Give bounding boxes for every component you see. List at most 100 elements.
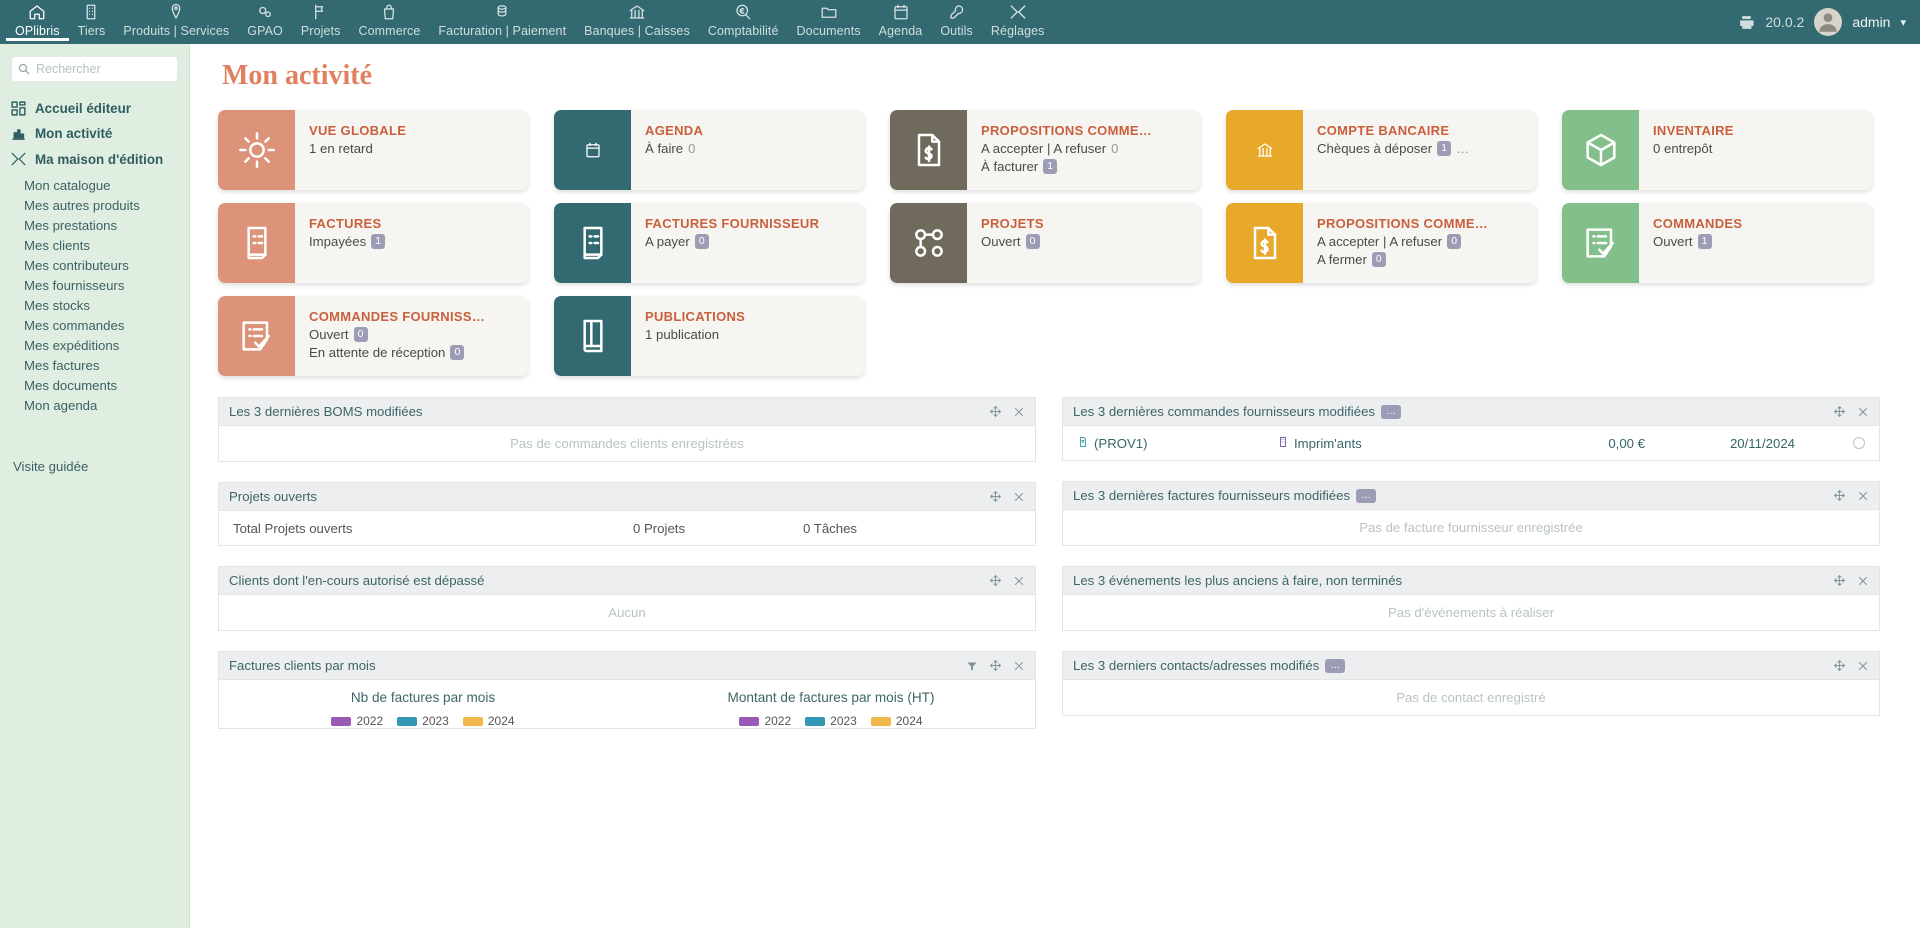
activity-tile-factures-fournisseur[interactable]: FACTURES FOURNISSEUR A payer 0 xyxy=(554,203,864,283)
close-icon[interactable] xyxy=(1013,575,1025,587)
sidebar-item-mon-activit[interactable]: Mon activité xyxy=(0,121,189,146)
sidebar-subitem-mes-contributeurs[interactable]: Mes contributeurs xyxy=(0,255,189,275)
move-icon[interactable] xyxy=(989,574,1002,587)
move-icon[interactable] xyxy=(989,659,1002,672)
move-icon[interactable] xyxy=(1833,405,1846,418)
widget-tag[interactable]: … xyxy=(1356,488,1377,503)
widget-title: Clients dont l'en-cours autorisé est dép… xyxy=(229,573,485,588)
sidebar-subitem-mes-prestations[interactable]: Mes prestations xyxy=(0,215,189,235)
table-row: Total Projets ouverts 0 Projets 0 Tâches xyxy=(219,512,1035,545)
activity-tile-commandes-fourniss[interactable]: COMMANDES FOURNISS… Ouvert 0 En attente de … xyxy=(218,296,528,376)
sidebar-subitem-mon-agenda[interactable]: Mon agenda xyxy=(0,395,189,415)
activity-tiles: VUE GLOBALE 1 en retard AGENDA À faire 0 PROP… xyxy=(190,92,1920,376)
sidebar-subitem-mes-exp-ditions[interactable]: Mes expéditions xyxy=(0,335,189,355)
tile-line: À faire 0 xyxy=(645,141,864,156)
topnav-item-banques-caisses[interactable]: Banques | Caisses xyxy=(575,0,699,38)
sidebar-subitem-mon-catalogue[interactable]: Mon catalogue xyxy=(0,175,189,195)
topnav-item-outils[interactable]: Outils xyxy=(931,0,982,38)
table-row[interactable]: (PROV1) Imprim'ants 0,00 € 20/11/2024 xyxy=(1063,428,1879,459)
move-icon[interactable] xyxy=(1833,659,1846,672)
sidebar-subitem-mes-stocks[interactable]: Mes stocks xyxy=(0,295,189,315)
close-icon[interactable] xyxy=(1013,491,1025,503)
move-icon[interactable] xyxy=(1833,489,1846,502)
widget-title: Les 3 dernières BOMS modifiées xyxy=(229,404,423,419)
filter-icon[interactable] xyxy=(966,660,978,672)
tile-title: COMMANDES FOURNISS… xyxy=(309,309,486,324)
sidebar-item-guided-tour[interactable]: Visite guidée xyxy=(0,459,189,474)
topnav-item-projets[interactable]: Projets xyxy=(292,0,350,38)
activity-tile-agenda[interactable]: AGENDA À faire 0 xyxy=(554,110,864,190)
close-icon[interactable] xyxy=(1013,406,1025,418)
tile-more-dots[interactable]: … xyxy=(1456,141,1470,156)
activity-tile-vue-globale[interactable]: VUE GLOBALE 1 en retard xyxy=(218,110,528,190)
tile-line-text: 1 en retard xyxy=(309,141,373,156)
widget-body: Pas de commandes clients enregistrées xyxy=(218,426,1036,462)
row-supplier[interactable]: Imprim'ants xyxy=(1277,436,1525,451)
printer-icon[interactable] xyxy=(1738,14,1755,31)
sidebar-subitem-mes-fournisseurs[interactable]: Mes fournisseurs xyxy=(0,275,189,295)
move-icon[interactable] xyxy=(1833,574,1846,587)
move-icon[interactable] xyxy=(989,405,1002,418)
book-icon xyxy=(554,296,631,376)
activity-tile-publications[interactable]: PUBLICATIONS 1 publication xyxy=(554,296,864,376)
topnav-item-tiers[interactable]: Tiers xyxy=(69,0,115,38)
widgets-area: Les 3 dernières BOMS modifiées Pas de com… xyxy=(190,389,1920,749)
tile-line-text: A fermer xyxy=(1317,252,1367,267)
sidebar-item-ma-maison-d-dition[interactable]: Ma maison d'édition xyxy=(0,146,189,172)
coins-icon xyxy=(493,2,511,21)
topnav-item-r-glages[interactable]: Réglages xyxy=(982,0,1054,38)
close-icon[interactable] xyxy=(1857,490,1869,502)
widget-title: Projets ouverts xyxy=(229,489,317,504)
home-icon xyxy=(28,2,46,21)
activity-tile-factures[interactable]: FACTURES Impayées 1 xyxy=(218,203,528,283)
widget-tag[interactable]: … xyxy=(1325,658,1346,673)
move-icon[interactable] xyxy=(989,490,1002,503)
widget-header: Les 3 dernières factures fournisseurs mo… xyxy=(1062,481,1880,510)
topnav-item-gpao[interactable]: GPAO xyxy=(238,0,292,38)
widget-body: Pas de facture fournisseur enregistrée xyxy=(1062,510,1880,546)
close-icon[interactable] xyxy=(1857,406,1869,418)
sidebar-subitem-mes-autres-produits[interactable]: Mes autres produits xyxy=(0,195,189,215)
activity-tile-propositions-comme[interactable]: PROPOSITIONS COMME… A accepter | A refuse… xyxy=(1226,203,1536,283)
sidebar-subitem-mes-commandes[interactable]: Mes commandes xyxy=(0,315,189,335)
topnav-item-oplibris[interactable]: OPlibris xyxy=(6,0,69,41)
sidebar-subitem-mes-factures[interactable]: Mes factures xyxy=(0,355,189,375)
activity-tile-propositions-comme[interactable]: PROPOSITIONS COMME… A accepter | A refuse… xyxy=(890,110,1200,190)
topnav-item-commerce[interactable]: Commerce xyxy=(349,0,429,38)
widget-tag[interactable]: … xyxy=(1381,404,1401,419)
activity-tile-inventaire[interactable]: INVENTAIRE 0 entrepôt xyxy=(1562,110,1872,190)
avatar[interactable] xyxy=(1814,8,1843,36)
dashboard-icon xyxy=(10,100,27,117)
sidebar-subitem-mes-clients[interactable]: Mes clients xyxy=(0,235,189,255)
username-label[interactable]: admin xyxy=(1852,14,1890,30)
chevron-down-icon[interactable]: ▾ xyxy=(1900,16,1906,29)
activity-tile-commandes[interactable]: COMMANDES Ouvert 1 xyxy=(1562,203,1872,283)
topnav-item-comptabilit[interactable]: Comptabilité xyxy=(699,0,788,38)
close-icon[interactable] xyxy=(1013,660,1025,672)
topnav-item-documents[interactable]: Documents xyxy=(788,0,870,38)
topnav-item-agenda[interactable]: Agenda xyxy=(870,0,932,38)
tile-title: AGENDA xyxy=(645,123,704,138)
sidebar-subitem-mes-documents[interactable]: Mes documents xyxy=(0,375,189,395)
tools-icon xyxy=(10,150,27,168)
tile-line: Ouvert 0 xyxy=(309,327,528,342)
sidebar-item-accueil-diteur[interactable]: Accueil éditeur xyxy=(0,96,189,121)
sidebar-item-label: Mon activité xyxy=(35,126,113,141)
activity-tile-projets[interactable]: PROJETS Ouvert 0 xyxy=(890,203,1200,283)
close-icon[interactable] xyxy=(1857,660,1869,672)
tile-title: PROPOSITIONS COMME… xyxy=(981,123,1153,138)
search-input[interactable] xyxy=(30,62,197,76)
calendar-icon xyxy=(554,110,631,190)
tile-line: A accepter | A refuser 0 xyxy=(981,141,1200,156)
tile-line: Impayées 1 xyxy=(309,234,528,249)
row-reference[interactable]: (PROV1) xyxy=(1077,436,1277,451)
activity-tile-compte-bancaire[interactable]: COMPTE BANCAIRE Chèques à déposer 1… xyxy=(1226,110,1536,190)
topnav-item-label: GPAO xyxy=(247,24,283,38)
tile-title: PROPOSITIONS COMME… xyxy=(1317,216,1489,231)
topnav-item-produits-services[interactable]: Produits | Services xyxy=(114,0,238,38)
search-box[interactable] xyxy=(11,56,209,82)
close-icon[interactable] xyxy=(1857,575,1869,587)
widget-title: Factures clients par mois xyxy=(229,658,376,673)
topnav-item-label: Agenda xyxy=(878,24,923,38)
topnav-item-facturation-paiement[interactable]: Facturation | Paiement xyxy=(429,0,575,38)
